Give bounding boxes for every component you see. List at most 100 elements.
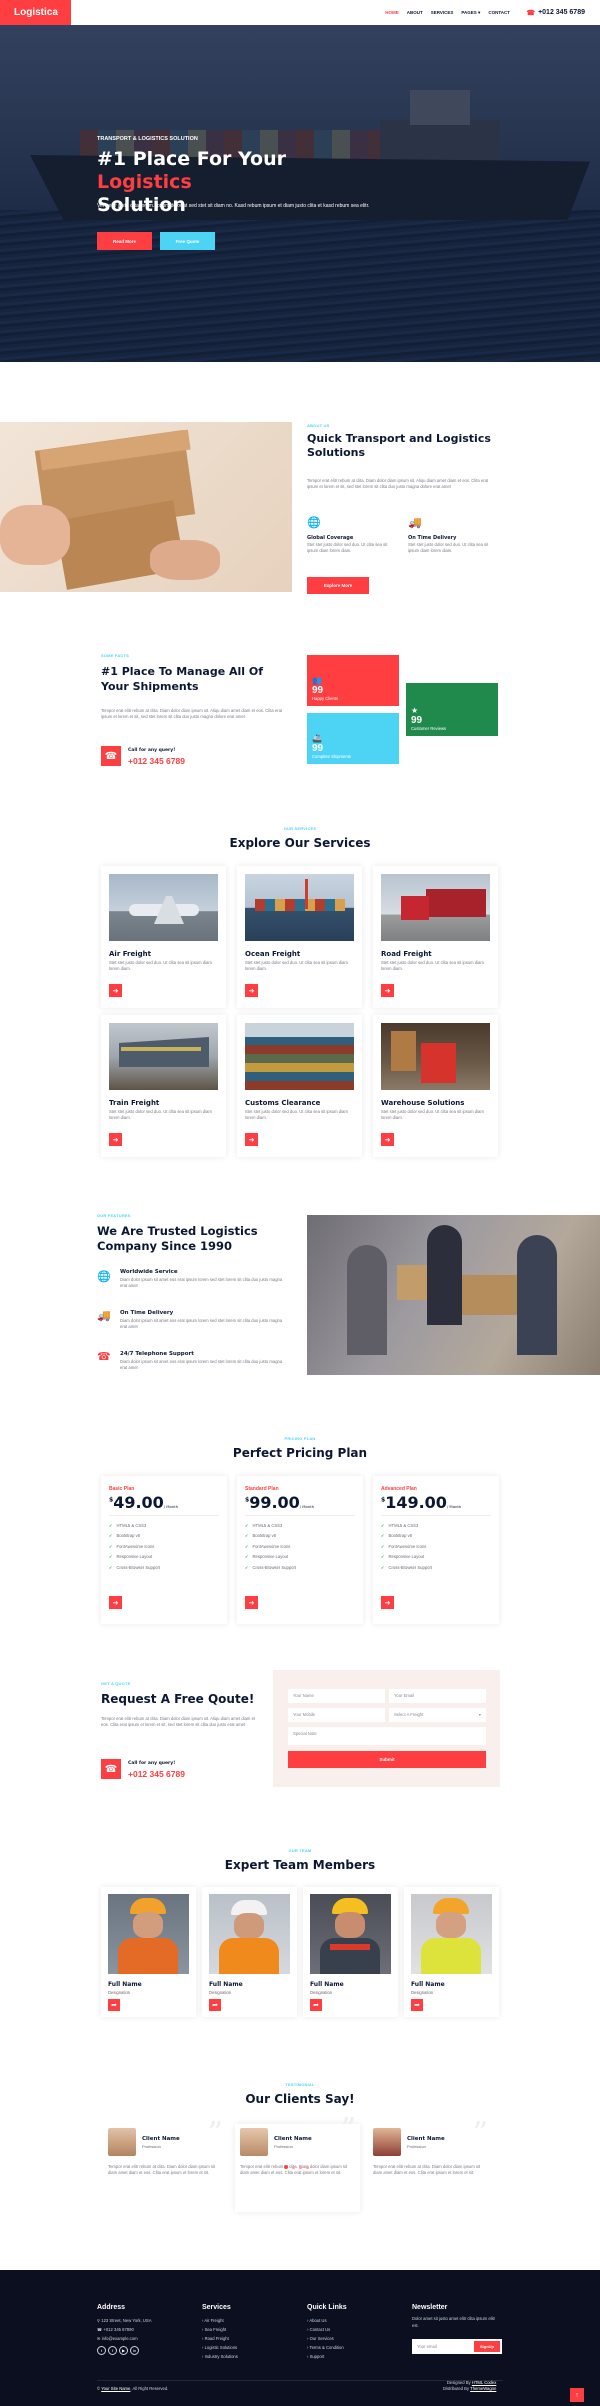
footer-link[interactable]: › Road Freight xyxy=(202,2334,238,2343)
nav-contact[interactable]: CONTACT xyxy=(488,10,510,15)
arrow-right-icon[interactable]: ➜ xyxy=(245,1596,258,1609)
share-icon[interactable]: ➦ xyxy=(411,1999,423,2011)
service-card-train[interactable]: Train Freight Stet stet justo dolor sed … xyxy=(101,1015,226,1157)
nav-about[interactable]: ABOUT xyxy=(407,10,423,15)
service-card-customs[interactable]: Customs Clearance Stet stet justo dolor … xyxy=(237,1015,362,1157)
feature-item: ✓ HTML5 & CSS3 xyxy=(381,1521,432,1531)
carousel-dot[interactable] xyxy=(299,2165,302,2169)
linkedin-icon[interactable]: in xyxy=(130,2346,139,2355)
feature-label: Responsive Layout xyxy=(388,1554,425,1560)
carousel-dot[interactable] xyxy=(292,2165,295,2169)
plan-name: Basic Plan xyxy=(109,1486,135,1492)
designer-link[interactable]: HTML Codex xyxy=(472,2380,497,2385)
footer-link[interactable]: › Air Freight xyxy=(202,2316,238,2325)
freight-select[interactable]: Select A Freight ▾ xyxy=(389,1708,486,1722)
hero-subtitle: TRANSPORT & LOGISTICS SOLUTION xyxy=(97,136,198,142)
arrow-right-icon[interactable]: ➜ xyxy=(109,1133,122,1146)
newsletter-email-input[interactable]: Your email xyxy=(417,2344,437,2349)
footer-link-label: Contact Us xyxy=(309,2327,331,2332)
read-more-button[interactable]: Read More xyxy=(97,232,152,250)
carousel-dot-active[interactable] xyxy=(284,2165,288,2169)
users-icon: 👥 xyxy=(312,676,322,685)
social-links: t f ▶ in xyxy=(97,2346,141,2355)
truck-icon: 🚚 xyxy=(408,517,422,529)
special-note-textarea[interactable]: Special Note xyxy=(288,1727,486,1745)
youtube-icon[interactable]: ▶ xyxy=(119,2346,128,2355)
footer-link-label: Air Freight xyxy=(204,2318,224,2323)
footer-link[interactable]: › Logistic Solutions xyxy=(202,2343,238,2352)
feature-desc: Diam dolor ipsum sit amet eos erat ipsum… xyxy=(120,1359,283,1370)
footer-link[interactable]: › About Us xyxy=(307,2316,344,2325)
nav-services[interactable]: SERVICES xyxy=(431,10,454,15)
feature-item: ✓ Responsive Layout xyxy=(109,1552,160,1562)
footer-newsletter-title: Newsletter xyxy=(412,2304,448,2311)
share-icon[interactable]: ➦ xyxy=(108,1999,120,2011)
footer-link[interactable]: › Industry Solutions xyxy=(202,2352,238,2361)
headphones-icon: ☎ xyxy=(101,746,121,766)
price-value: 149.00 xyxy=(385,1493,447,1512)
arrow-right-icon[interactable]: ➜ xyxy=(109,1596,122,1609)
service-title: Ocean Freight xyxy=(245,950,301,958)
member-name: Full Name xyxy=(108,1981,142,1988)
service-card-road[interactable]: Road Freight Stet stet justo dolor sed d… xyxy=(373,866,498,1008)
footer-link[interactable]: › Sea Freight xyxy=(202,2325,238,2334)
facebook-icon[interactable]: f xyxy=(108,2346,117,2355)
distributed-by: Distributed By ThemeWagon xyxy=(443,2386,496,2392)
headphones-icon: ☎ xyxy=(97,1351,111,1363)
submit-button[interactable]: Submit xyxy=(288,1751,486,1768)
arrow-right-icon[interactable]: ➜ xyxy=(381,1133,394,1146)
share-icon[interactable]: ➦ xyxy=(310,1999,322,2011)
arrow-right-icon[interactable]: ➜ xyxy=(381,984,394,997)
brand-logo[interactable]: Logistica xyxy=(0,0,71,25)
check-icon: ✓ xyxy=(245,1543,249,1549)
carousel-dots xyxy=(284,2165,309,2169)
footer-link[interactable]: › Terms & Condition xyxy=(307,2343,344,2352)
feature-item: ✓ Cross-Browser Support xyxy=(109,1563,160,1573)
footer-link[interactable]: › Support xyxy=(307,2352,344,2361)
service-card-ocean[interactable]: Ocean Freight Stet stet justo dolor sed … xyxy=(237,866,362,1008)
check-icon: ✓ xyxy=(245,1554,249,1560)
features-title: We Are Trusted Logistics Company Since 1… xyxy=(97,1224,258,1253)
team-title: Expert Team Members xyxy=(224,1858,376,1872)
testimonial-card: ” Client Name Profession Tempor erat eli… xyxy=(373,2116,488,2208)
check-icon: ✓ xyxy=(109,1564,113,1570)
client-name: Client Name xyxy=(274,2136,312,2142)
stat-complete-shipments: 🚢 99 Complete Shipments xyxy=(307,713,399,764)
free-quote-button[interactable]: Free Quote xyxy=(160,232,215,250)
about-hand-right xyxy=(150,540,220,580)
arrow-right-icon[interactable]: ➜ xyxy=(381,1596,394,1609)
stat-number: 99 xyxy=(312,685,324,696)
service-card-air[interactable]: Air Freight Stet stet justo dolor sed du… xyxy=(101,866,226,1008)
feature-item: ✓ Cross-Browser Support xyxy=(381,1563,432,1573)
email-input[interactable]: Your Email xyxy=(389,1689,486,1703)
about-description: Tempor erat elitr rebum at clita. Diam d… xyxy=(307,478,489,489)
feature-list: ✓ HTML5 & CSS3 ✓ Bootstrap v5 ✓ FontAwesome… xyxy=(109,1521,160,1573)
signup-button[interactable]: SignUp xyxy=(474,2341,500,2352)
stat-label: Complete Shipments xyxy=(312,754,351,759)
team-card: Full Name Designation ➦ xyxy=(101,1887,196,2017)
carousel-dot[interactable] xyxy=(306,2165,309,2169)
mobile-input[interactable]: Your Mobile xyxy=(288,1708,385,1722)
explore-more-button[interactable]: Explore More xyxy=(307,577,369,594)
headphones-icon: ☎ xyxy=(101,1759,121,1779)
nav-home[interactable]: HOME xyxy=(385,10,399,15)
footer-link[interactable]: › Contact Us xyxy=(307,2325,344,2334)
arrow-right-icon[interactable]: ➜ xyxy=(109,984,122,997)
twitter-icon[interactable]: t xyxy=(97,2346,106,2355)
facts-phone[interactable]: +012 345 6789 xyxy=(128,756,185,766)
name-input[interactable]: Your Name xyxy=(288,1689,385,1703)
arrow-up-icon[interactable]: ↑ xyxy=(570,2388,584,2402)
quote-phone[interactable]: +012 345 6789 xyxy=(128,1769,185,1779)
nav-phone[interactable]: ☎ +012 345 6789 xyxy=(526,0,585,25)
arrow-right-icon[interactable]: ➜ xyxy=(245,984,258,997)
plan-price: $49.00/ Month xyxy=(109,1493,178,1512)
arrow-right-icon[interactable]: ➜ xyxy=(245,1133,258,1146)
member-role: Designation xyxy=(411,1990,434,1995)
feature-title: On Time Delivery xyxy=(120,1310,174,1316)
site-name-link[interactable]: Your Site Name xyxy=(101,2386,130,2391)
footer-link[interactable]: › Our Services xyxy=(307,2334,344,2343)
nav-pages-dropdown[interactable]: PAGES ▾ xyxy=(461,10,480,16)
service-card-warehouse[interactable]: Warehouse Solutions Stet stet justo dolo… xyxy=(373,1015,498,1157)
share-icon[interactable]: ➦ xyxy=(209,1999,221,2011)
distributor-link[interactable]: ThemeWagon xyxy=(470,2386,496,2391)
